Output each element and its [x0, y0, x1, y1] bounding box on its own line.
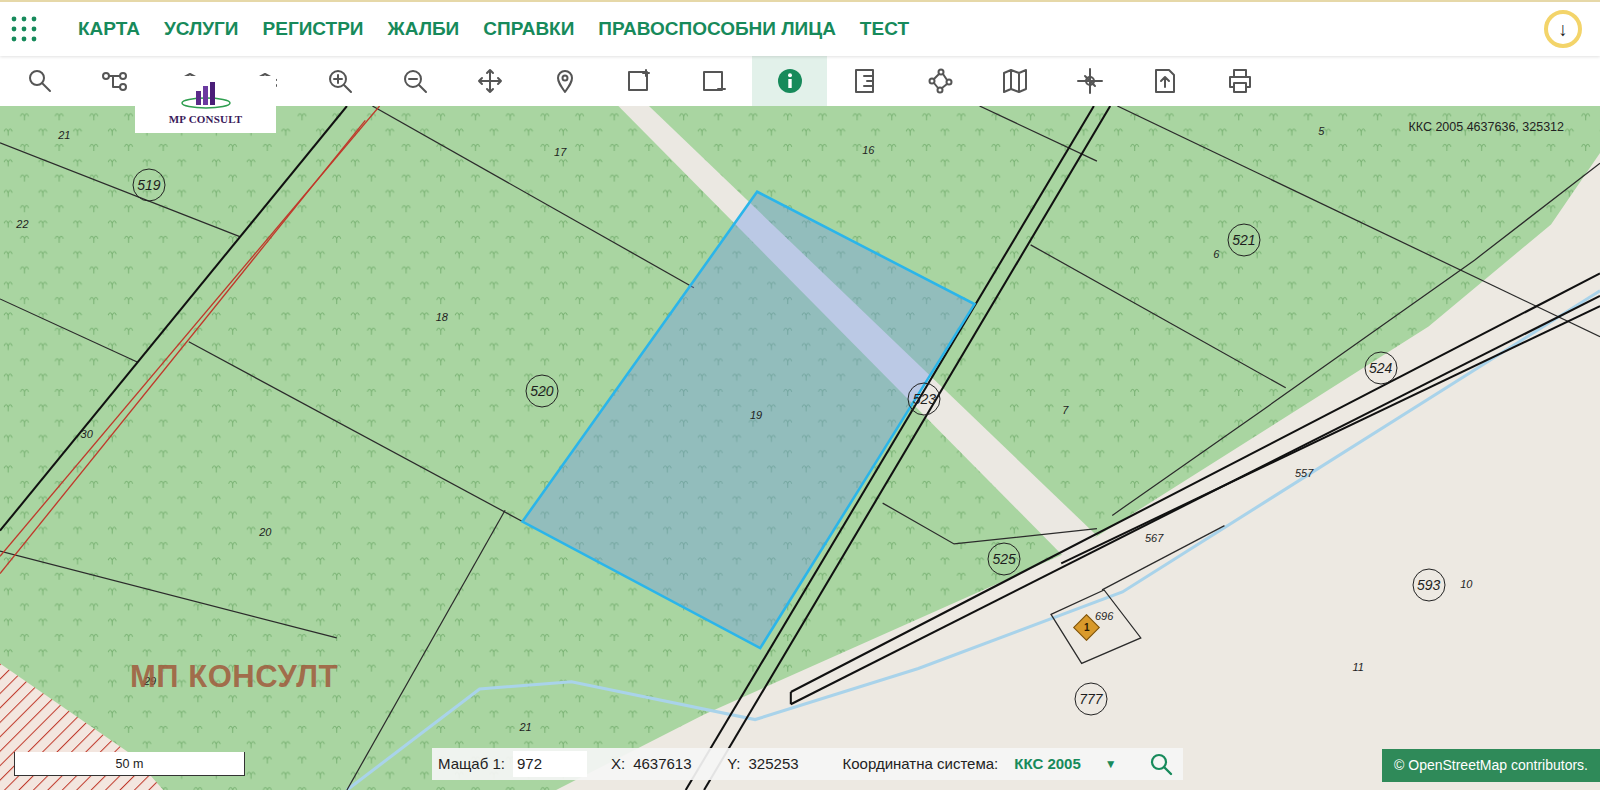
measure-icon — [851, 67, 879, 95]
tool-button[interactable] — [752, 56, 827, 106]
pin-icon — [551, 67, 579, 95]
marker-label: 1 — [1084, 620, 1090, 635]
tool-button[interactable] — [2, 56, 77, 106]
tool-button[interactable] — [902, 56, 977, 106]
scale-input[interactable] — [513, 751, 587, 778]
search-icon[interactable] — [1149, 752, 1173, 776]
crs-dropdown[interactable]: ▼ — [1105, 755, 1117, 773]
polygon-measure-icon — [926, 67, 954, 95]
nav-item[interactable]: РЕГИСТРИ — [263, 15, 364, 44]
y-label: Y: — [727, 753, 740, 776]
company-logo: MP CONSULT — [135, 76, 276, 133]
parcel-label[interactable]: 6 — [1213, 249, 1219, 260]
selected-parcel[interactable] — [522, 192, 974, 648]
select-add-icon — [626, 67, 654, 95]
crs-label: Координатна система: — [843, 753, 999, 776]
ground — [0, 106, 1600, 790]
building-marker[interactable]: 1 — [1074, 615, 1100, 641]
power-lines — [0, 106, 380, 574]
parcel-label[interactable]: 18 — [436, 312, 448, 323]
nav-item[interactable]: ТЕСТ — [860, 15, 909, 44]
tool-button[interactable] — [827, 56, 902, 106]
parcel-label[interactable]: 17 — [554, 146, 566, 157]
x-value: 4637613 — [633, 753, 703, 776]
parcel-label[interactable]: 22 — [16, 219, 28, 230]
tool-button[interactable] — [452, 56, 527, 106]
roads — [0, 106, 1600, 790]
tool-button[interactable] — [302, 56, 377, 106]
crs-value[interactable]: ККС 2005 — [1014, 753, 1080, 776]
watermark: МП КОНСУЛТ — [130, 654, 338, 701]
tool-button[interactable] — [677, 56, 752, 106]
parcel-label[interactable]: 21 — [58, 129, 70, 140]
cursor-coordinates: ККС 2005 4637636, 325312 — [1408, 118, 1564, 137]
search-icon — [26, 67, 54, 95]
zoom-out-icon — [401, 67, 429, 95]
tool-button[interactable] — [1052, 56, 1127, 106]
logo-bars-icon — [177, 81, 235, 111]
parcel-label[interactable]: 19 — [750, 410, 762, 421]
scale-label: Мащаб 1: — [438, 753, 505, 776]
parcel-label[interactable]: 10 — [1460, 578, 1472, 589]
nav-item[interactable]: УСЛУГИ — [164, 15, 239, 44]
tool-button[interactable] — [377, 56, 452, 106]
print-icon — [1226, 67, 1254, 95]
block-number[interactable]: 523 — [908, 382, 941, 415]
nav-item[interactable]: КАРТА — [78, 15, 140, 44]
parcel-label[interactable]: 557 — [1295, 467, 1313, 478]
select-remove-icon — [701, 67, 729, 95]
block-number[interactable]: 777 — [1074, 683, 1107, 716]
tool-button[interactable] — [977, 56, 1052, 106]
network-icon — [101, 67, 129, 95]
block-number[interactable]: 593 — [1412, 568, 1445, 601]
nav-item[interactable]: СПРАВКИ — [483, 15, 574, 44]
parcel-label[interactable]: 5 — [1318, 125, 1324, 136]
parcel-label[interactable]: 11 — [1352, 662, 1363, 673]
parcel-label[interactable]: 16 — [862, 144, 874, 155]
zoom-in-icon — [326, 67, 354, 95]
export-icon — [1151, 67, 1179, 95]
nav-item[interactable]: ПРАВОСПОСОБНИ ЛИЦА — [598, 15, 836, 44]
parcel-label[interactable]: 7 — [1062, 405, 1068, 416]
map-attribution[interactable]: © OpenStreetMap contributors. — [1382, 749, 1600, 782]
y-value: 325253 — [749, 753, 819, 776]
crosshair-icon — [1076, 67, 1104, 95]
info-icon — [776, 67, 804, 95]
tool-button[interactable] — [1202, 56, 1277, 106]
status-panel: Мащаб 1: X: 4637613 Y: 325253 Координатна сис… — [432, 748, 1183, 780]
block-number[interactable]: 519 — [132, 168, 165, 201]
logo-text: MP CONSULT — [169, 111, 242, 128]
block-number[interactable]: 520 — [525, 374, 558, 407]
block-number[interactable]: 524 — [1364, 352, 1397, 385]
nav-item[interactable]: ЖАЛБИ — [388, 15, 460, 44]
block-number[interactable]: 521 — [1227, 223, 1260, 256]
parcel-boundaries — [0, 106, 1600, 790]
scale-bar: 50 m — [14, 752, 245, 776]
apps-grid-icon[interactable] — [10, 15, 38, 43]
block-number[interactable]: 525 — [988, 543, 1021, 576]
parcel-label[interactable]: 20 — [259, 526, 271, 537]
parcel-label[interactable]: 567 — [1145, 532, 1163, 543]
tool-button[interactable] — [1127, 56, 1202, 106]
pan-icon — [476, 67, 504, 95]
tool-button[interactable] — [602, 56, 677, 106]
parcel-label[interactable]: 30 — [81, 428, 93, 439]
map-canvas[interactable]: 2117165221863020197557567106961129215195… — [0, 106, 1600, 790]
cadastre-app: КАРТА УСЛУГИ РЕГИСТРИ ЖАЛБИ СПРАВКИ ПРАВОСПОС… — [0, 0, 1600, 790]
map-icon — [1001, 67, 1029, 95]
tool-button[interactable] — [527, 56, 602, 106]
download-button[interactable]: ↓ — [1544, 10, 1582, 48]
parcel-label[interactable]: 21 — [519, 721, 531, 732]
x-label: X: — [611, 753, 625, 776]
main-navbar: КАРТА УСЛУГИ РЕГИСТРИ ЖАЛБИ СПРАВКИ ПРАВОСПОС… — [0, 0, 1600, 56]
